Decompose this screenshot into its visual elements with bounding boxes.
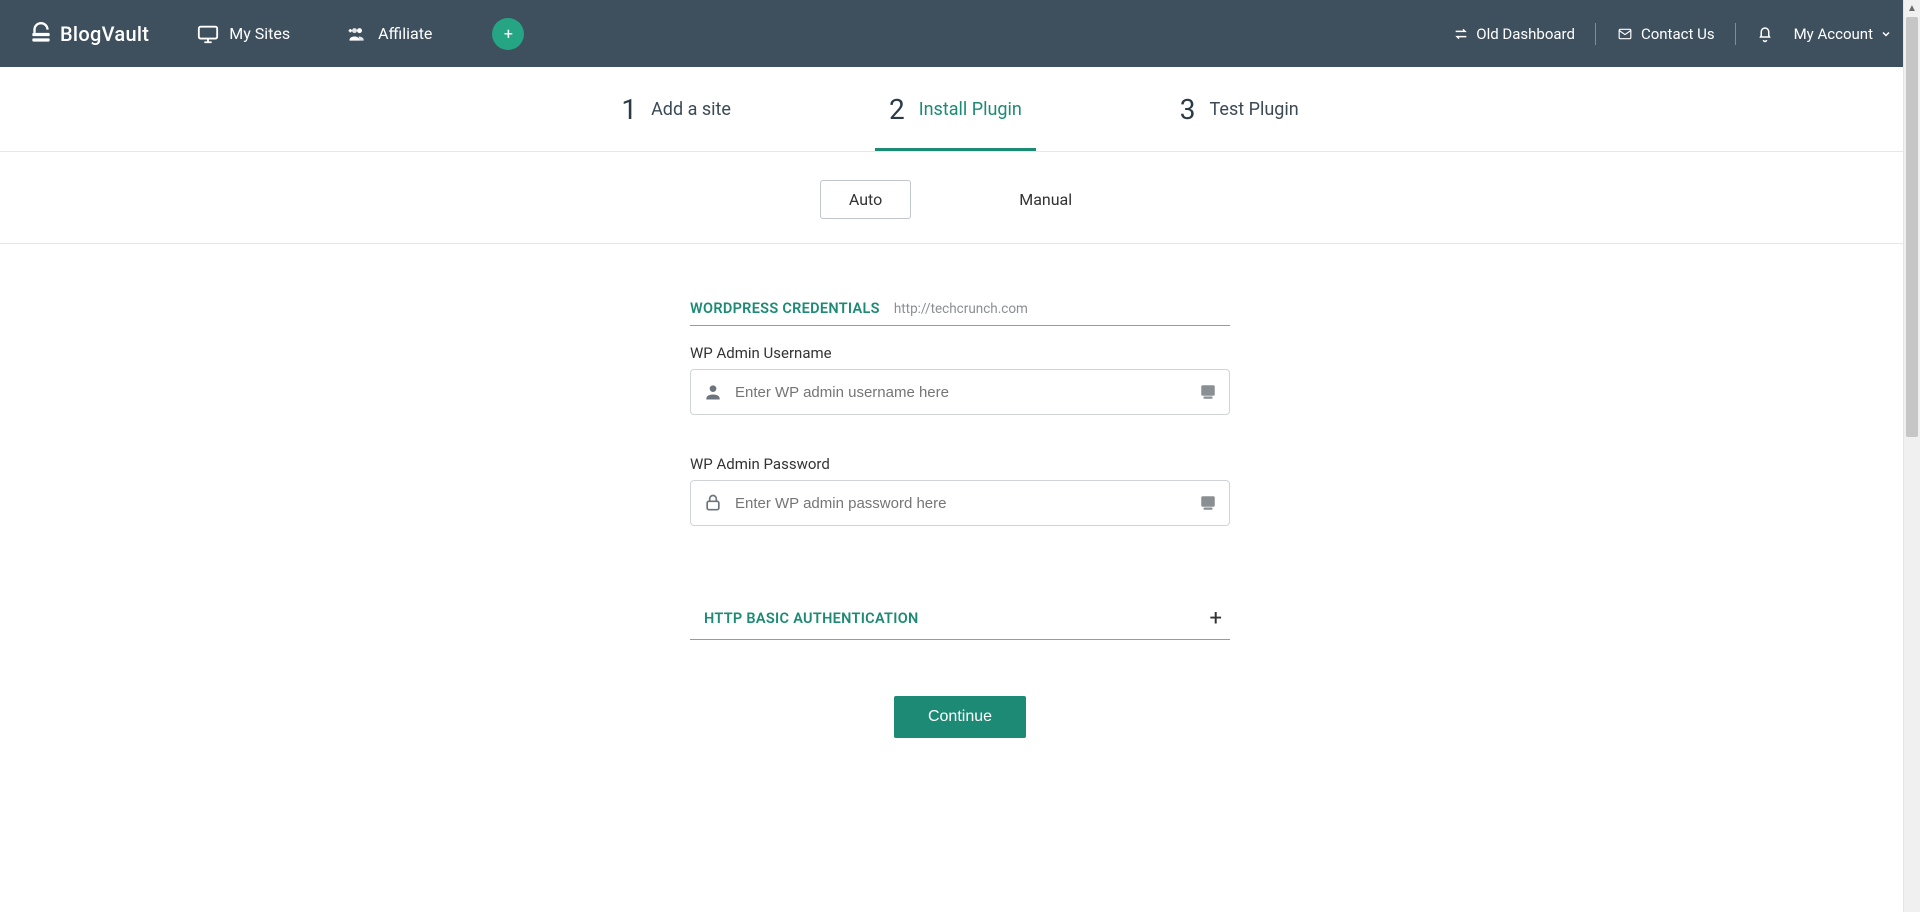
- add-site-button[interactable]: +: [492, 18, 524, 50]
- username-field: WP Admin Username: [690, 344, 1230, 415]
- nav-affiliate[interactable]: Affiliate: [346, 24, 432, 44]
- notifications-button[interactable]: [1756, 25, 1774, 43]
- http-auth-title: HTTP BASIC AUTHENTICATION: [690, 610, 919, 627]
- credentials-header: WORDPRESS CREDENTIALS http://techcrunch.…: [690, 300, 1230, 326]
- contact-us-link[interactable]: Contact Us: [1616, 25, 1715, 43]
- bell-icon: [1756, 25, 1774, 43]
- site-url: http://techcrunch.com: [894, 301, 1028, 317]
- scrollbar-thumb[interactable]: [1906, 17, 1918, 437]
- nav-my-sites-label: My Sites: [229, 24, 290, 43]
- wp-password-input[interactable]: [723, 495, 1199, 512]
- mode-auto[interactable]: Auto: [820, 180, 911, 219]
- vertical-scrollbar[interactable]: ▲: [1903, 0, 1920, 912]
- scroll-up-arrow-icon[interactable]: ▲: [1904, 0, 1920, 17]
- logo[interactable]: BlogVault: [28, 21, 149, 47]
- step-label: Add a site: [651, 99, 731, 120]
- continue-label: Continue: [928, 708, 992, 725]
- expand-plus-icon: +: [1210, 606, 1230, 631]
- continue-button[interactable]: Continue: [894, 696, 1026, 738]
- old-dashboard-label: Old Dashboard: [1476, 25, 1575, 43]
- step-add-site[interactable]: 1 Add a site: [607, 67, 745, 151]
- credentials-card: WORDPRESS CREDENTIALS http://techcrunch.…: [690, 300, 1230, 640]
- step-number: 3: [1180, 93, 1196, 126]
- autofill-icon[interactable]: [1199, 383, 1217, 401]
- mode-auto-label: Auto: [849, 190, 882, 209]
- mail-icon: [1616, 27, 1634, 41]
- http-auth-expander[interactable]: HTTP BASIC AUTHENTICATION +: [690, 606, 1230, 640]
- chevron-down-icon: [1880, 28, 1892, 40]
- person-icon: [703, 382, 723, 402]
- lock-icon: [703, 493, 723, 513]
- divider: [1595, 23, 1596, 45]
- nav-my-sites[interactable]: My Sites: [197, 23, 290, 45]
- steps-bar: 1 Add a site 2 Install Plugin 3 Test Plu…: [0, 67, 1920, 152]
- divider: [1735, 23, 1736, 45]
- step-number: 1: [621, 93, 637, 126]
- my-account-menu[interactable]: My Account: [1794, 25, 1892, 43]
- header-right: Old Dashboard Contact Us My Account: [1453, 23, 1892, 45]
- contact-us-label: Contact Us: [1641, 25, 1715, 43]
- continue-wrap: Continue: [0, 696, 1920, 738]
- mode-manual[interactable]: Manual: [991, 181, 1100, 218]
- step-number: 2: [889, 93, 905, 126]
- step-test-plugin[interactable]: 3 Test Plugin: [1166, 67, 1313, 151]
- install-mode-toggle: Auto Manual: [0, 152, 1920, 244]
- credentials-title: WORDPRESS CREDENTIALS: [690, 300, 880, 317]
- username-input-wrap: [690, 369, 1230, 415]
- swap-icon: [1453, 26, 1469, 42]
- brand-name: BlogVault: [60, 22, 149, 46]
- group-add-icon: [346, 24, 368, 44]
- top-header: BlogVault My Sites Affiliate +: [0, 0, 1920, 67]
- my-account-label: My Account: [1794, 25, 1873, 43]
- old-dashboard-link[interactable]: Old Dashboard: [1453, 25, 1575, 43]
- step-label: Install Plugin: [919, 99, 1022, 120]
- step-label: Test Plugin: [1210, 99, 1299, 120]
- autofill-icon[interactable]: [1199, 494, 1217, 512]
- lock-logo-icon: [28, 21, 54, 47]
- password-field: WP Admin Password: [690, 455, 1230, 526]
- step-install-plugin[interactable]: 2 Install Plugin: [875, 67, 1036, 151]
- password-input-wrap: [690, 480, 1230, 526]
- password-label: WP Admin Password: [690, 455, 1230, 473]
- nav-affiliate-label: Affiliate: [378, 24, 432, 43]
- mode-manual-label: Manual: [1019, 190, 1072, 209]
- monitor-icon: [197, 23, 219, 45]
- plus-icon: +: [504, 24, 513, 43]
- username-label: WP Admin Username: [690, 344, 1230, 362]
- wp-username-input[interactable]: [723, 384, 1199, 401]
